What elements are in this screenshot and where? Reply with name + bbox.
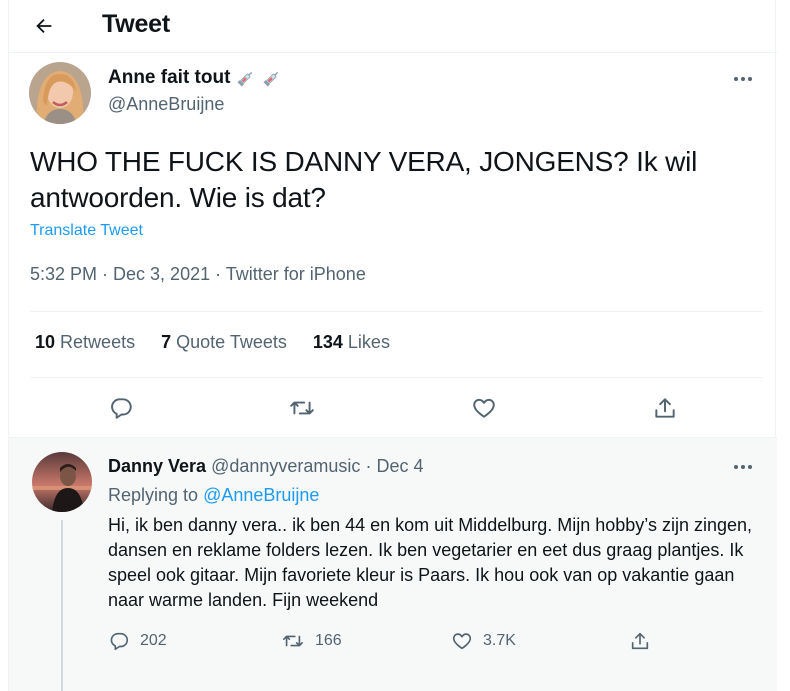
share-icon: [631, 632, 649, 650]
like-icon: [452, 633, 472, 650]
retweet-icon: [290, 401, 314, 415]
replying-to: Replying to @AnneBruijne: [108, 485, 320, 505]
share-button[interactable]: [650, 393, 680, 423]
reply-icon: [110, 632, 129, 651]
page-title: Tweet: [102, 10, 170, 38]
reply-share-button[interactable]: [629, 630, 651, 652]
separator-dot: ·: [365, 456, 372, 476]
quote-tweets-stat[interactable]: 7 Quote Tweets: [161, 332, 287, 353]
back-button[interactable]: [31, 13, 57, 39]
more-options-button[interactable]: [730, 72, 756, 86]
reply-author-handle[interactable]: @dannyveramusic: [211, 456, 360, 476]
reply-icon: [111, 398, 132, 419]
arrow-left-icon: [36, 18, 52, 34]
retweet-button[interactable]: [287, 393, 317, 423]
reply-retweet-button[interactable]: 166: [281, 630, 342, 652]
reply-text: Hi, ik ben danny vera.. ik ben 44 en kom…: [108, 515, 753, 610]
tweet-metadata[interactable]: 5:32 PM · Dec 3, 2021 · Twitter for iPho…: [30, 264, 366, 285]
author-name[interactable]: Anne fait tout: [108, 67, 282, 89]
reply-more-options-button[interactable]: [730, 460, 756, 474]
retweet-icon: [283, 635, 303, 647]
reply-author-name[interactable]: Danny Vera: [108, 456, 206, 476]
retweets-stat[interactable]: 10 Retweets: [35, 332, 135, 353]
reply-header: Danny Vera @dannyveramusic · Dec 4: [108, 456, 423, 477]
retweet-count: 166: [315, 632, 342, 649]
divider: [30, 311, 763, 312]
replying-to-mention[interactable]: @AnneBruijne: [203, 485, 319, 505]
syringe-icon: [237, 71, 253, 87]
author-avatar[interactable]: [29, 62, 91, 124]
reply-count: 202: [140, 632, 167, 649]
reply-date[interactable]: Dec 4: [376, 456, 423, 476]
reply-reply-button[interactable]: 202: [108, 630, 167, 652]
tweet-page: Tweet Anne fait tout @AnneBruijne WHO TH…: [8, 0, 777, 691]
like-button[interactable]: [469, 393, 499, 423]
likes-stat[interactable]: 134 Likes: [313, 332, 390, 353]
thread-line: [61, 520, 63, 691]
tweet-text: WHO THE FUCK IS DANNY VERA, JONGENS? Ik …: [30, 146, 698, 213]
more-horizontal-icon: [734, 465, 752, 469]
reply-author-avatar[interactable]: [32, 452, 92, 512]
reply-button[interactable]: [106, 393, 136, 423]
reply-like-button[interactable]: 3.7K: [451, 630, 516, 652]
share-icon: [655, 398, 675, 418]
divider: [30, 377, 763, 378]
syringe-icon: [263, 71, 279, 87]
translate-tweet-link[interactable]: Translate Tweet: [30, 222, 143, 240]
more-horizontal-icon: [734, 77, 752, 81]
like-count: 3.7K: [483, 632, 516, 649]
top-bar: Tweet: [9, 0, 777, 53]
like-icon: [473, 398, 495, 418]
tweet-stats: 10 Retweets 7 Quote Tweets 134 Likes: [35, 332, 416, 353]
author-handle[interactable]: @AnneBruijne: [108, 94, 224, 115]
